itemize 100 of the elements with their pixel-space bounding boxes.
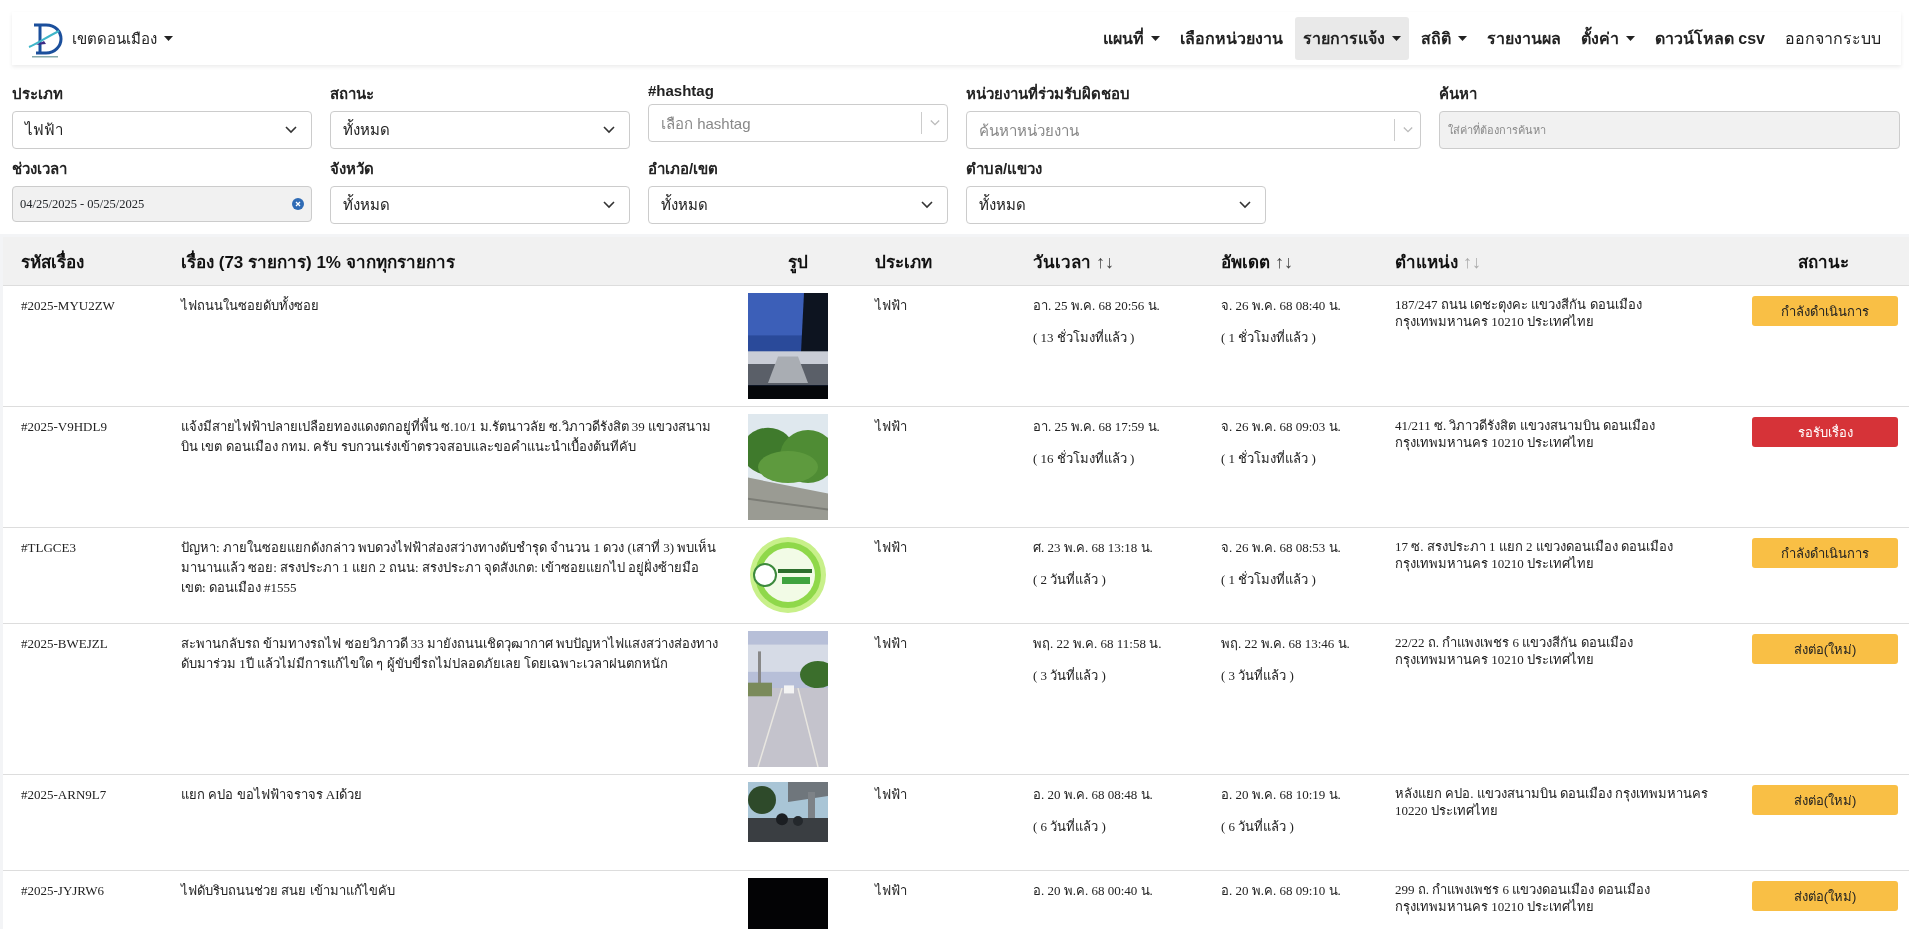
filter-label: ประเภท: [12, 84, 64, 104]
nav-dropdown[interactable]: ตั้งค่า: [1572, 17, 1643, 60]
filter-label: อำเภอ/เขต: [648, 159, 720, 179]
column-header: สถานะ: [1738, 237, 1909, 286]
clear-icon[interactable]: [292, 198, 304, 210]
location-text: หลังแยก คปอ. แขวงสนามบิน ดอนเมือง กรุงเทพมหานคร 10220 ประเทศไทย: [1395, 786, 1709, 818]
nav-link[interactable]: รายงานผล: [1478, 17, 1569, 60]
column-header: ประเภท: [861, 237, 1019, 286]
relative-time: ( 2 วันที่แล้ว ): [1033, 570, 1107, 589]
report-id[interactable]: #2025-BWEJZL: [21, 636, 108, 651]
timestamp: อ. 20 พ.ค. 68 10:19 น.: [1221, 787, 1341, 802]
caret-icon: [164, 36, 173, 41]
caret-icon: [1625, 36, 1635, 41]
filter-label: ตำบล/แขวง: [966, 159, 1044, 179]
column-header[interactable]: วันเวลา ↑↓: [1019, 237, 1207, 286]
report-title: แยก คปอ ขอไฟฟ้าจราจร AIด้วย: [181, 787, 363, 802]
search-field[interactable]: ใส่ค่าที่ต้องการค้นหา: [1439, 111, 1900, 149]
select-field[interactable]: ทั้งหมด: [330, 111, 630, 149]
report-id[interactable]: #2025-MYU2ZW: [21, 298, 115, 313]
category-text: ไฟฟ้า: [875, 298, 907, 313]
select-field[interactable]: เลือก hashtag: [648, 104, 948, 142]
status-badge[interactable]: ส่งต่อ(ใหม่): [1752, 634, 1898, 664]
district-dropdown[interactable]: เขตดอนเมือง: [72, 26, 173, 51]
category-text: ไฟฟ้า: [875, 636, 907, 651]
timestamp: อ. 20 พ.ค. 68 00:40 น.: [1033, 883, 1153, 898]
chevron-down-icon: [921, 201, 933, 209]
relative-time: ( 6 วันที่แล้ว ): [1033, 817, 1107, 836]
nav-dropdown[interactable]: สถิติ: [1412, 17, 1475, 60]
column-header[interactable]: อัพเดต ↑↓: [1207, 237, 1381, 286]
chevron-down-icon: [1403, 126, 1413, 134]
report-id[interactable]: #2025-JYJRW6: [21, 883, 105, 898]
status-badge[interactable]: กำลังดำเนินการ: [1752, 538, 1898, 568]
status-badge[interactable]: รอรับเรื่อง: [1752, 417, 1898, 447]
status-badge[interactable]: ส่งต่อ(ใหม่): [1752, 785, 1898, 815]
timestamp: อา. 25 พ.ค. 68 20:56 น.: [1033, 298, 1160, 313]
caret-icon: [1457, 36, 1467, 41]
chevron-down-icon: [603, 126, 615, 134]
report-title: ไฟถนนในซอยดับทั้งซอย: [181, 298, 319, 313]
report-title: ไฟดับริบถนนช่วย สนย เข้ามาแก้ไขคับ: [181, 883, 395, 898]
timestamp: อา. 25 พ.ค. 68 17:59 น.: [1033, 419, 1160, 434]
report-title: ปัญหา: ภายในซอยแยกดังกล่าว พบดวงไฟฟ้าส่องสว่างทางดับชำรุด จำนวน 1 ดวง (เสาที่ 3) พบเห็นมานานแล้ว ซอย: สรงประภา 1 แยก 2 ถนน: สรงประภา จุดสังเกต: เข้าซอยแยกไป อยู่ฝั่งซ้ายมือ เขต: ดอนเมือง #1555: [181, 540, 717, 595]
relative-time: ( 3 วันที่แล้ว ): [1221, 666, 1295, 685]
select-field[interactable]: ทั้งหมด: [648, 186, 948, 224]
location-text: 299 ถ. กำแพงเพชร 6 แขวงดอนเมือง ดอนเมือง กรุงเทพมหานคร 10210 ประเทศไทย: [1395, 882, 1650, 914]
timestamp: พฤ. 22 พ.ค. 68 13:46 น.: [1221, 636, 1350, 651]
category-text: ไฟฟ้า: [875, 883, 907, 898]
location-text: 17 ซ. สรงประภา 1 แยก 2 แขวงดอนเมือง ดอนเมือง กรุงเทพมหานคร 10210 ประเทศไทย: [1395, 539, 1673, 571]
caret-icon: [1391, 36, 1401, 41]
select-field[interactable]: ไฟฟ้า: [12, 111, 312, 149]
column-header: รหัสเรื่อง: [3, 237, 167, 286]
timestamp: พฤ. 22 พ.ค. 68 11:58 น.: [1033, 636, 1162, 651]
filter-label: ค้นหา: [1439, 84, 1478, 104]
timestamp: อ. 20 พ.ค. 68 09:10 น.: [1221, 883, 1341, 898]
relative-time: ( 1 ชั่วโมงที่แล้ว ): [1221, 570, 1317, 589]
location-text: 41/211 ซ. วิภาวดีรังสิต แขวงสนามบิน ดอนเมือง กรุงเทพมหานคร 10210 ประเทศไทย: [1395, 418, 1655, 450]
category-text: ไฟฟ้า: [875, 540, 907, 555]
status-badge[interactable]: กำลังดำเนินการ: [1752, 296, 1898, 326]
column-header: เรื่อง (73 รายการ) 1% จากทุกรายการ: [167, 237, 734, 286]
relative-time: ( 1 ชั่วโมงที่แล้ว ): [1221, 449, 1317, 468]
chevron-down-icon: [285, 126, 297, 134]
timestamp: ศ. 23 พ.ค. 68 13:18 น.: [1033, 540, 1153, 555]
relative-time: ( 13 ชั่วโมงที่แล้ว ): [1033, 328, 1136, 347]
report-title: สะพานกลับรถ ข้ามทางรถไฟ ซอยวิภาวดี 33 มายังถนนเชิดวุฒากาศ พบปัญหาไฟแสงสว่างส่องทางดับมาร่วม 1ปี แล้วไม่มีการแก้ไขใด ๆ ผู้ขับขี่รถไม่ปลอดภัยเลย โดยเฉพาะเวลาฝนตกหนัก: [181, 636, 719, 671]
report-id[interactable]: #TLGCE3: [21, 540, 76, 555]
report-id[interactable]: #2025-ARN9L7: [21, 787, 107, 802]
category-text: ไฟฟ้า: [875, 419, 907, 434]
relative-time: ( 16 ชั่วโมงที่แล้ว ): [1033, 449, 1136, 468]
nav-dropdown[interactable]: แผนที่: [1094, 17, 1168, 60]
timestamp: จ. 26 พ.ค. 68 08:40 น.: [1221, 298, 1341, 313]
chevron-down-icon: [1239, 201, 1251, 209]
timestamp: อ. 20 พ.ค. 68 08:48 น.: [1033, 787, 1153, 802]
column-header: รูป: [734, 237, 861, 286]
relative-time: ( 3 วันที่แล้ว ): [1033, 666, 1107, 685]
nav-link[interactable]: เลือกหน่วยงาน: [1171, 17, 1291, 60]
filter-label: จังหวัด: [330, 159, 375, 179]
filter-label: #hashtag: [648, 82, 715, 99]
filter-label: สถานะ: [330, 84, 375, 104]
timestamp: จ. 26 พ.ค. 68 08:53 น.: [1221, 540, 1341, 555]
location-text: 22/22 ถ. กำแพงเพชร 6 แขวงสีกัน ดอนเมือง กรุงเทพมหานคร 10210 ประเทศไทย: [1395, 635, 1633, 667]
report-title: แจ้งมีสายไฟฟ้าปลายเปลือยทองแดงตกอยู่ที่พื้น ซ.10/1 ม.รัตนาวลัย ซ.วิภาวดีรังสิต 39 แขวงสนามบิน เขต ดอนเมือง กทม. ครับ รบกวนเร่งเข้าตรวจสอบและขอคำแนะนำเบื้องต้นทีคับ: [181, 419, 712, 454]
caret-icon: [1150, 36, 1160, 41]
column-header[interactable]: ตำแหน่ง ↑↓: [1381, 237, 1738, 286]
report-id[interactable]: #2025-V9HDL9: [21, 419, 107, 434]
chevron-down-icon: [930, 119, 940, 127]
select-field[interactable]: ค้นหาหน่วยงาน: [966, 111, 1421, 149]
timestamp: จ. 26 พ.ค. 68 09:03 น.: [1221, 419, 1341, 434]
select-field[interactable]: ทั้งหมด: [330, 186, 630, 224]
status-badge[interactable]: ส่งต่อ(ใหม่): [1752, 881, 1898, 911]
chevron-down-icon: [603, 201, 615, 209]
relative-time: ( 1 ชั่วโมงที่แล้ว ): [1221, 328, 1317, 347]
relative-time: ( 6 วันที่แล้ว ): [1221, 817, 1295, 836]
nav-link[interactable]: ดาวน์โหลด csv: [1646, 17, 1773, 60]
location-text: 187/247 ถนน เดชะตุงคะ แขวงสีกัน ดอนเมือง กรุงเทพมหานคร 10210 ประเทศไทย: [1395, 297, 1642, 329]
category-text: ไฟฟ้า: [875, 787, 907, 802]
nav-link[interactable]: ออกจากระบบ: [1777, 17, 1889, 60]
filter-label: หน่วยงานที่ร่วมรับผิดชอบ: [966, 82, 1131, 104]
nav-dropdown[interactable]: รายการแจ้ง: [1294, 17, 1409, 60]
date-range-field[interactable]: 04/25/2025 - 05/25/2025: [12, 186, 312, 222]
select-field[interactable]: ทั้งหมด: [966, 186, 1266, 224]
filter-label: ช่วงเวลา: [12, 159, 68, 179]
